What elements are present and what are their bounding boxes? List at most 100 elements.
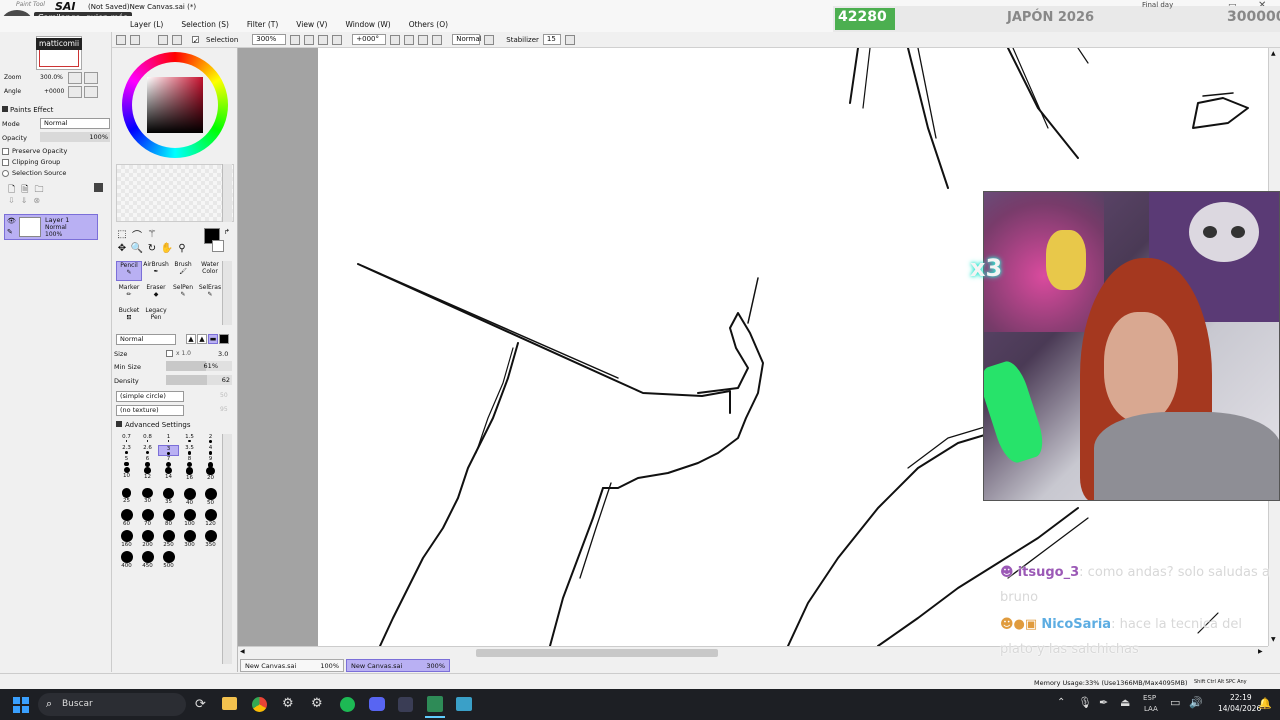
scratch-pad[interactable] (116, 164, 234, 222)
monitor-app-icon[interactable] (456, 697, 472, 711)
eye-icon[interactable]: 👁 (7, 217, 16, 225)
tool-bucket[interactable]: Bucket ⛾ (116, 307, 142, 327)
microphone-icon[interactable]: 🎙 (1078, 696, 1092, 709)
doc-tab-active[interactable]: New Canvas.sai 300% (346, 659, 450, 672)
brush-size-option[interactable]: 2.3 (116, 445, 137, 456)
size-value[interactable]: 3.0 (218, 350, 228, 358)
rotate-reset-icon[interactable] (418, 34, 429, 45)
notification-bell-icon[interactable]: 🔔 (1258, 697, 1272, 710)
nav-zoom-plus-icon[interactable] (84, 72, 98, 84)
brush-size-option[interactable]: 160 (116, 530, 137, 551)
color-square[interactable] (147, 77, 203, 133)
move-icon[interactable]: ✥ (116, 242, 128, 254)
discord-icon[interactable] (369, 697, 385, 711)
stabilizer-dropdown-icon[interactable] (564, 34, 575, 45)
transfer-down-icon[interactable]: ⇩ (8, 196, 15, 205)
edge-medium-icon[interactable]: ▲ (197, 334, 207, 344)
tool-brush[interactable]: Brush 🖌 (170, 261, 196, 281)
merge-down-icon[interactable]: ⇓ (21, 196, 28, 205)
brush-size-option[interactable]: 6 (137, 456, 158, 467)
brush-size-option[interactable]: 5 (116, 456, 137, 467)
size-grid-scrollbar[interactable] (222, 434, 232, 664)
brush-size-option[interactable]: 1.5 (179, 434, 200, 445)
taskbar-search[interactable]: ⌕ Buscar (38, 693, 186, 716)
opacity-slider[interactable]: 100% (40, 132, 110, 142)
brush-size-option[interactable]: 450 (137, 551, 158, 572)
menu-filter[interactable]: Filter (T) (247, 20, 278, 29)
doc-tab[interactable]: New Canvas.sai 100% (240, 659, 344, 672)
tool-marker[interactable]: Marker ✏ (116, 284, 142, 304)
preserve-opacity-checkbox[interactable]: Preserve Opacity (2, 147, 67, 155)
brush-size-option[interactable]: 0.8 (137, 434, 158, 445)
size-mult[interactable]: x 1.0 (176, 350, 191, 357)
swap-colors-icon[interactable]: ↱ (224, 228, 230, 236)
paints-effect-header[interactable]: Paints Effect (2, 106, 53, 114)
brush-size-option[interactable]: 60 (116, 509, 137, 530)
delete-layer-icon[interactable] (94, 183, 103, 192)
rotation-field[interactable]: +000° (352, 34, 387, 45)
brush-size-option[interactable]: 300 (179, 530, 200, 551)
flip-icon[interactable] (432, 34, 443, 45)
edge-square-icon[interactable] (219, 334, 229, 344)
horizontal-scroll-thumb[interactable] (476, 649, 718, 657)
nav-rotate-right-icon[interactable] (84, 86, 98, 98)
file-explorer-icon[interactable] (222, 697, 237, 710)
zoom-reset-icon[interactable] (318, 34, 329, 45)
edge-soft-icon[interactable]: ▬ (208, 334, 218, 344)
tool-seleras[interactable]: SelEras ✎ (197, 284, 223, 304)
settings-icon[interactable]: ⚙ (282, 696, 294, 711)
windows-start-icon[interactable] (13, 697, 29, 713)
brush-size-option[interactable]: 25 (116, 488, 137, 509)
zoom-value[interactable]: 300.0% (40, 74, 63, 81)
brush-size-option[interactable]: 16 (179, 467, 200, 488)
brush-size-option[interactable]: 7 (158, 456, 179, 468)
brush-size-option[interactable]: 14 (158, 467, 179, 488)
brush-size-option[interactable]: 80 (158, 509, 179, 530)
brush-size-option[interactable]: 0.7 (116, 434, 137, 445)
tool-airbrush[interactable]: AirBrush ✒ (143, 261, 169, 281)
show-selection-icon[interactable] (172, 34, 182, 45)
minsize-slider[interactable]: 61% (166, 361, 232, 371)
menu-window[interactable]: Window (W) (345, 20, 390, 29)
scroll-up-icon[interactable]: ▲ (1271, 50, 1276, 57)
zoom-icon[interactable]: 🔍 (131, 242, 143, 254)
tool-legacy-pen[interactable]: Legacy Pen (143, 307, 169, 327)
brush-size-option[interactable]: 1 (158, 434, 179, 445)
brush-size-option[interactable]: 120 (200, 509, 221, 530)
secondary-color-swatch[interactable] (212, 240, 224, 252)
blend-mode-field[interactable]: Normal (452, 34, 482, 45)
brush-size-option[interactable]: 35 (158, 488, 179, 509)
angle-value[interactable]: +0000 (44, 88, 64, 95)
spotify-icon[interactable] (340, 697, 355, 712)
clock-date[interactable]: 14/04/2026 (1218, 704, 1261, 713)
brush-shape-strength[interactable]: 50 (220, 392, 228, 399)
brush-size-option[interactable]: 500 (158, 551, 179, 572)
rect-select-icon[interactable]: ⬚ (116, 228, 128, 240)
brush-blend-select[interactable]: Normal (116, 334, 176, 345)
brush-size-option[interactable]: 20 (200, 467, 221, 488)
chevron-up-icon[interactable]: ⌃ (1057, 697, 1065, 708)
eyedropper-icon[interactable]: ⚲ (176, 242, 188, 254)
edge-hard-icon[interactable]: ▲ (186, 334, 196, 344)
brush-size-option[interactable]: 50 (200, 488, 221, 509)
language-code[interactable]: ESP (1143, 694, 1156, 702)
deselect-icon[interactable] (116, 34, 126, 45)
monitor-icon[interactable]: ▭ (1170, 696, 1180, 709)
brush-size-option[interactable]: 70 (137, 509, 158, 530)
blend-dropdown-icon[interactable] (484, 34, 495, 45)
zoom-out-icon[interactable] (290, 34, 301, 45)
hand-icon[interactable]: ✋ (161, 242, 173, 254)
gear-app-icon[interactable]: ⚙ (311, 696, 323, 711)
brush-size-option[interactable]: 30 (137, 488, 158, 509)
tool-grid-scrollbar[interactable] (222, 261, 232, 325)
brush-size-option[interactable]: 12 (137, 467, 158, 488)
scratch-pad-scrollbar[interactable] (222, 164, 232, 222)
brush-size-option[interactable]: 400 (116, 551, 137, 572)
brush-size-option[interactable]: 350 (200, 530, 221, 551)
selection-checkbox[interactable]: ✓ (192, 36, 199, 45)
brush-size-option[interactable]: 2.6 (137, 445, 158, 456)
brush-size-option[interactable]: 250 (158, 530, 179, 551)
tool-eraser[interactable]: Eraser ◆ (143, 284, 169, 304)
brush-size-option[interactable]: 200 (137, 530, 158, 551)
density-slider[interactable]: 62 (166, 375, 232, 385)
